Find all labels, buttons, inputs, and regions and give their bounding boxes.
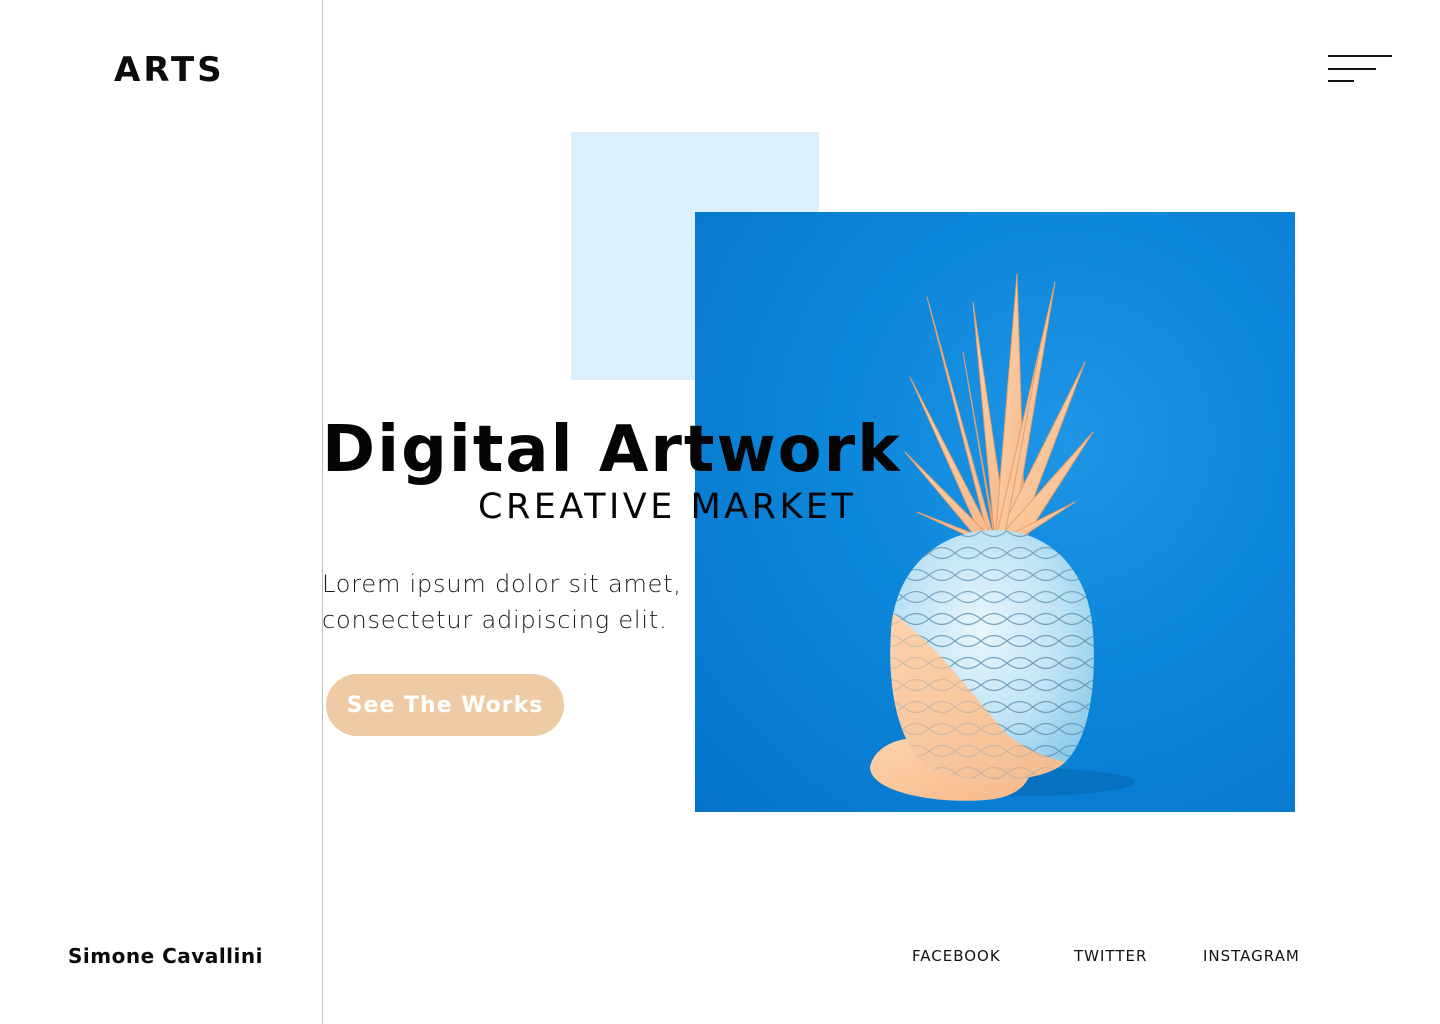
menu-line [1328,80,1354,82]
menu-line [1328,68,1376,70]
site-logo[interactable]: ARTS [114,50,225,90]
twitter-link[interactable]: TWITTER [1074,946,1147,966]
hamburger-menu-icon[interactable] [1326,52,1396,86]
hero-subtitle: CREATIVE MARKET [478,487,857,527]
menu-line [1328,55,1392,57]
author-name: Simone Cavallini [68,944,263,968]
facebook-link[interactable]: FACEBOOK [912,946,1001,966]
sidebar-divider [322,0,323,1024]
see-the-works-button[interactable]: See The Works [326,674,564,736]
hero-title: Digital Artwork [322,413,902,487]
instagram-link[interactable]: INSTAGRAM [1203,946,1300,966]
hero-description: Lorem ipsum dolor sit amet, consectetur … [322,570,682,634]
